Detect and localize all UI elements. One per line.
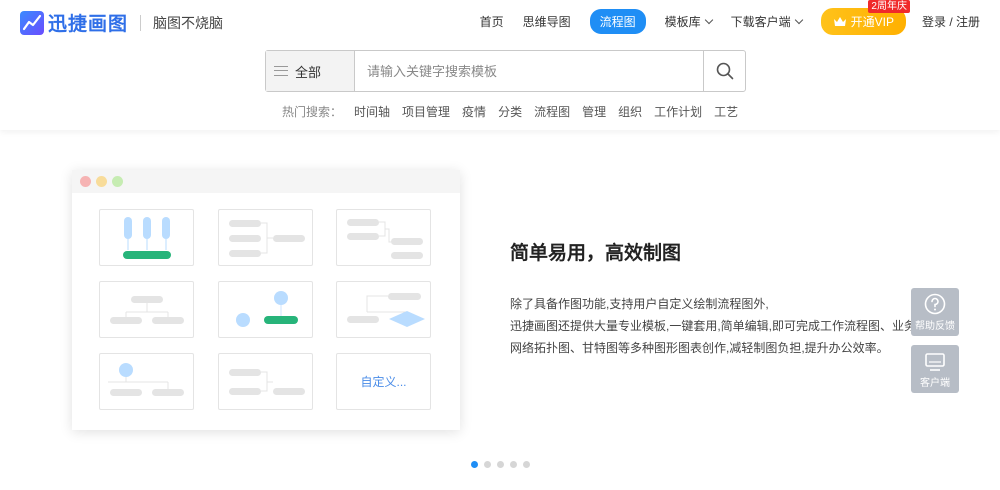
template-thumbnail: [336, 209, 431, 266]
help-feedback-button[interactable]: 帮助反馈: [911, 288, 959, 336]
hot-search-item[interactable]: 时间轴: [354, 103, 390, 120]
window-minimize-dot: [96, 176, 107, 187]
hot-search-item[interactable]: 项目管理: [402, 103, 450, 120]
logo-chart-icon: [20, 10, 44, 35]
search-category-select[interactable]: 全部: [266, 51, 355, 91]
nav-templates-label: 模板库: [664, 14, 701, 29]
chevron-down-icon: [704, 15, 713, 24]
hot-search-item[interactable]: 管理: [582, 103, 606, 120]
template-thumbnail: [218, 353, 313, 410]
window-titlebar: [72, 170, 460, 193]
nav-download-label: 下载客户端: [730, 14, 791, 29]
hot-search-item[interactable]: 工作计划: [654, 103, 702, 120]
template-thumbnail: [218, 209, 313, 266]
client-download-button[interactable]: 客户端: [911, 345, 959, 393]
site-header: 迅捷画图 脑图不烧脑 首页 思维导图 流程图 模板库 下载客户端 开通VIP 2…: [0, 0, 1000, 130]
feature-desc-line: 网络拓扑图、甘特图等多种图形图表创作,减轻制图负担,提升办公效率。: [510, 341, 889, 355]
carousel-dot[interactable]: [510, 461, 517, 468]
question-icon: [924, 293, 946, 315]
search-button[interactable]: [703, 51, 745, 91]
template-thumbnail: [99, 209, 194, 266]
carousel-dot[interactable]: [471, 461, 478, 468]
monitor-icon: [925, 353, 945, 371]
hot-search-label: 热门搜索：: [282, 105, 343, 119]
nav-download-client[interactable]: 下载客户端: [730, 13, 803, 30]
custom-template-label: 自定义...: [360, 375, 407, 389]
carousel-dot[interactable]: [497, 461, 504, 468]
template-thumbnail: [336, 281, 431, 338]
custom-template-tile[interactable]: 自定义...: [336, 353, 431, 410]
client-label: 客户端: [920, 378, 950, 389]
feature-description: 除了具备作图功能,支持用户自定义绘制流程图外, 迅捷画图还提供大量专业模板,一键…: [510, 293, 950, 359]
main-nav: 首页 思维导图 流程图 模板库 下载客户端 开通VIP 2周年庆 登录 / 注册: [480, 0, 1000, 35]
feature-desc-line: 除了具备作图功能,支持用户自定义绘制流程图外,: [510, 297, 769, 311]
carousel-pagination: [471, 461, 536, 468]
feature-desc-line: 迅捷画图还提供大量专业模板,一键套用,简单编辑,即可完成工作流程图、业务流程图、: [510, 319, 950, 333]
hot-search-item[interactable]: 分类: [498, 103, 522, 120]
nav-flowchart[interactable]: 流程图: [589, 8, 646, 34]
carousel-dot[interactable]: [523, 461, 530, 468]
window-close-dot: [80, 176, 91, 187]
help-feedback-label: 帮助反馈: [915, 321, 955, 332]
chevron-down-icon: [794, 15, 803, 24]
hot-searches: 热门搜索： 时间轴 项目管理 疫情 分类 流程图 管理 组织 工作计划 工艺: [282, 103, 750, 120]
vip-label: 开通VIP: [850, 14, 894, 29]
hot-search-item[interactable]: 疫情: [462, 103, 486, 120]
login-register-link[interactable]: 登录 / 注册: [922, 13, 980, 30]
anniversary-badge: 2周年庆: [868, 0, 910, 13]
template-thumbnail: [99, 353, 194, 410]
hot-search-item[interactable]: 工艺: [714, 103, 738, 120]
hot-search-item[interactable]: 组织: [618, 103, 642, 120]
nav-mindmap[interactable]: 思维导图: [523, 13, 571, 30]
crown-icon: [833, 16, 846, 26]
carousel-dot[interactable]: [484, 461, 491, 468]
brand-name: 迅捷画图: [48, 14, 129, 35]
search-icon: [716, 62, 733, 80]
feature-title: 简单易用，高效制图: [510, 243, 682, 264]
menu-icon: [274, 66, 288, 76]
hot-search-item[interactable]: 流程图: [534, 103, 570, 120]
brand-divider: [140, 14, 142, 31]
template-thumbnail: [99, 281, 194, 338]
vip-button[interactable]: 开通VIP 2周年庆: [820, 0, 910, 35]
template-preview-window: 自定义...: [72, 170, 460, 430]
search-category-label: 全部: [295, 64, 322, 80]
brand-logo[interactable]: 迅捷画图 脑图不烧脑: [20, 9, 223, 36]
template-thumbnail: [218, 281, 313, 338]
window-maximize-dot: [112, 176, 123, 187]
nav-home[interactable]: 首页: [480, 13, 504, 30]
search-bar: 全部: [265, 50, 746, 92]
search-input[interactable]: [355, 51, 703, 91]
brand-slogan: 脑图不烧脑: [153, 14, 224, 31]
nav-templates[interactable]: 模板库: [664, 13, 713, 30]
